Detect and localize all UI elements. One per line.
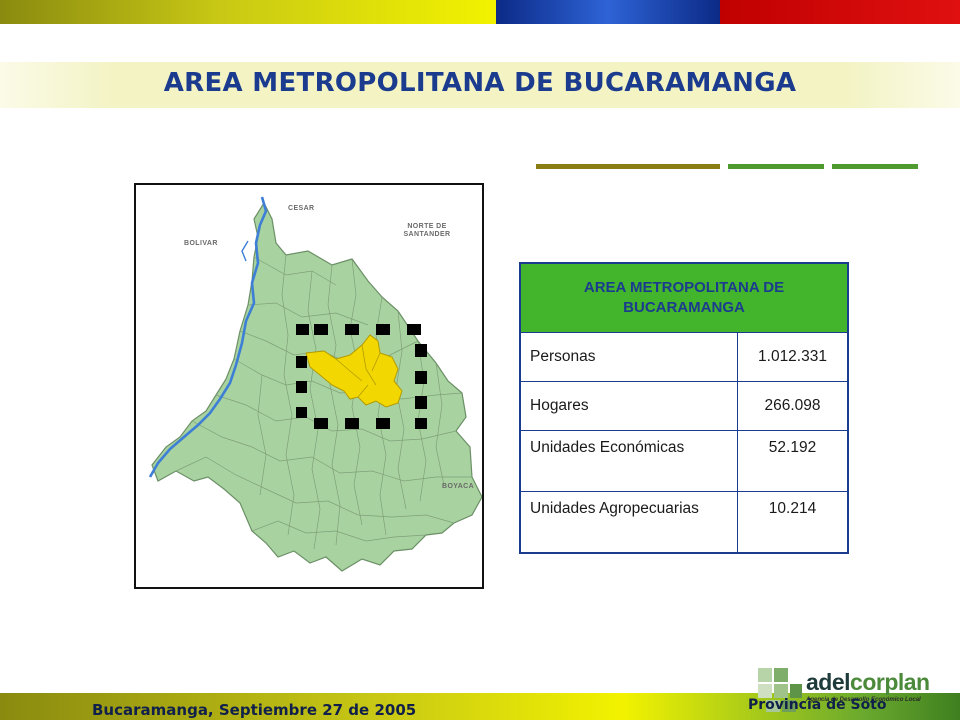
table-row: Hogares 266.098 [519, 381, 849, 431]
row-value-personas: 1.012.331 [737, 332, 849, 382]
row-value-unidades-agropecuarias: 10.214 [737, 491, 849, 554]
decorative-line-olive [536, 164, 720, 169]
top-color-bar [0, 0, 960, 24]
row-label-unidades-agropecuarias: Unidades Agropecuarias [519, 491, 738, 554]
row-label-hogares: Hogares [519, 381, 738, 431]
row-value-hogares: 266.098 [737, 381, 849, 431]
logo-text-corplan: corplan [850, 669, 930, 695]
map-label-norte-santander: NORTE DE SANTANDER [403, 223, 451, 238]
department-region [151, 201, 482, 572]
table-row: Unidades Agropecuarias 10.214 [519, 491, 849, 554]
table-header-row: AREA METROPOLITANA DE BUCARAMANGA [519, 262, 849, 333]
top-bar-blue-segment [496, 0, 720, 24]
map-label-bolivar: BOLIVAR [184, 240, 218, 247]
footer-date: Bucaramanga, Septiembre 27 de 2005 [92, 701, 417, 719]
row-label-unidades-economicas: Unidades Económicas [519, 430, 738, 492]
logo-wordmark: adelcorplan [806, 669, 930, 696]
metro-area-stats-table: AREA METROPOLITANA DE BUCARAMANGA Person… [519, 262, 849, 554]
decorative-line-green-1 [728, 164, 824, 169]
decorative-line-green-2 [832, 164, 918, 169]
river-branch [241, 240, 249, 262]
map-label-cesar: CESAR [288, 205, 315, 212]
logo-text-adel: adel [806, 669, 851, 695]
table-row: Unidades Económicas 52.192 [519, 430, 849, 492]
page-title: AREA METROPOLITANA DE BUCARAMANGA [163, 68, 797, 98]
map-label-boyaca: BOYACA [442, 483, 475, 490]
map-frame: CESAR BOLIVAR NORTE DE SANTANDER BOYACA [134, 183, 484, 589]
table-row: Personas 1.012.331 [519, 332, 849, 382]
table-header: AREA METROPOLITANA DE BUCARAMANGA [519, 262, 849, 333]
footer-province: Provincia de Soto [748, 697, 887, 713]
row-label-personas: Personas [519, 332, 738, 382]
top-bar-red-segment [720, 0, 960, 24]
top-bar-olive-segment [0, 0, 496, 24]
row-value-unidades-economicas: 52.192 [737, 430, 849, 492]
